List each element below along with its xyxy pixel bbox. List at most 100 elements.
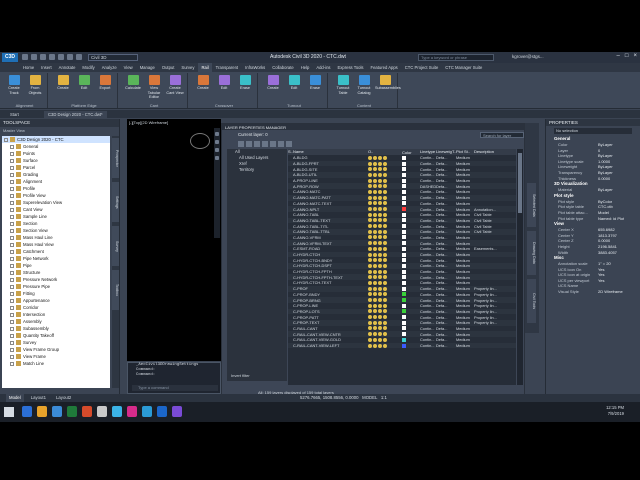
layer-lineweight[interactable]: Defa... [436,343,452,348]
annotation-scale[interactable]: 1:1 [381,395,387,400]
tree-item[interactable]: Sample Line [2,213,110,220]
expand-icon[interactable] [10,214,14,219]
delete-layer-icon[interactable] [278,141,284,147]
ribbon-tab[interactable]: Manage [137,63,158,72]
layer-lineweight[interactable]: Defa... [436,298,452,303]
expand-icon[interactable] [10,277,14,282]
tab-settings[interactable]: Settings [112,182,119,222]
layer-color[interactable] [402,315,420,320]
lock-icon[interactable] [378,161,382,166]
layer-plot-style[interactable]: Medium [456,343,474,348]
scrollbar-thumb[interactable] [518,153,522,213]
freeze-sun-icon[interactable] [373,246,377,251]
lock-icon[interactable] [378,167,382,172]
layer-linetype[interactable]: Contin... [420,326,436,331]
expand-icon[interactable] [10,144,14,149]
layer-plot-style[interactable]: Medium [456,258,474,263]
on-bulb-icon[interactable] [368,298,372,303]
layer-linetype[interactable]: Contin... [420,172,436,177]
layer-name[interactable]: C-PROP-LINE [292,303,368,308]
lock-icon[interactable] [378,332,382,337]
save-icon[interactable] [40,54,46,60]
tree-item[interactable]: Superelevation View [2,199,110,206]
layer-row[interactable]: C-ESMT-ROAD Contin... Defa... Medium Easemen… [288,246,516,252]
layer-linetype[interactable]: Contin... [420,275,436,280]
layer-lineweight[interactable]: Defa... [436,218,452,223]
layer-linetype[interactable]: Contin... [420,263,436,268]
layer-color[interactable] [402,280,420,285]
layer-lineweight[interactable]: Defa... [436,155,452,160]
tab-prospector[interactable]: Prospector [112,138,119,178]
layer-linetype[interactable]: Contin... [420,235,436,240]
ribbon-button[interactable]: View Tabular Editor [144,75,164,100]
layer-lineweight[interactable]: Defa... [436,337,452,342]
lock-icon[interactable] [378,286,382,291]
plot-icon[interactable] [383,212,387,217]
layer-color[interactable] [402,320,420,325]
layer-linetype[interactable]: Contin... [420,201,436,206]
plot-icon[interactable] [383,269,387,274]
layer-plot-style[interactable]: Medium [456,229,474,234]
tree-item[interactable]: Intersection [2,311,110,318]
freeze-sun-icon[interactable] [373,252,377,257]
lock-icon[interactable] [378,235,382,240]
layer-linetype[interactable]: Contin... [420,343,436,348]
showmotion-icon[interactable] [215,156,219,160]
freeze-sun-icon[interactable] [373,298,377,303]
plot-icon[interactable] [383,252,387,257]
layer-name[interactable]: A-BLDG-UTIL [292,172,368,177]
plot-icon[interactable] [383,343,387,348]
layer-name[interactable]: C-ANNO-VFRM [292,235,368,240]
on-bulb-icon[interactable] [368,303,372,308]
layer-row[interactable]: C-ANNO-TABL-TITL Contin... Defa... Medium Ci… [288,223,516,229]
tab-selected-data[interactable]: Selected Data [527,183,536,227]
ribbon-tab[interactable]: Output [159,63,178,72]
layer-color[interactable] [402,241,420,246]
tree-item[interactable]: Match Line [2,360,110,367]
layer-name[interactable]: C-ESMT-ROAD [292,246,368,251]
layer-plot-style[interactable]: Medium [456,212,474,217]
tree-item[interactable]: Catchment [2,248,110,255]
layer-description[interactable]: Civil Table [474,229,514,234]
column-header[interactable]: Color [402,149,420,155]
layer-linetype[interactable]: Contin... [420,286,436,291]
layer-lineweight[interactable]: Defa... [436,189,452,194]
layer-plot-style[interactable]: Medium [456,235,474,240]
tree-item[interactable]: Points [2,150,110,157]
lock-icon[interactable] [378,207,382,212]
lock-icon[interactable] [378,269,382,274]
on-bulb-icon[interactable] [368,184,372,189]
group-filter-icon[interactable] [246,141,252,147]
layer-lineweight[interactable]: Defa... [436,241,452,246]
layer-color[interactable] [402,235,420,240]
layer-color[interactable] [402,343,420,348]
on-bulb-icon[interactable] [368,337,372,342]
layer-row[interactable]: C-ANNO-TABL-TTBL Contin... Defa... Medium Ci… [288,228,516,235]
freeze-sun-icon[interactable] [373,315,377,320]
layer-description[interactable]: Easements... [474,246,514,251]
layer-states-icon[interactable] [254,141,260,147]
plot-icon[interactable] [383,189,387,194]
plot-icon[interactable] [383,286,387,291]
expand-icon[interactable] [10,249,14,254]
plot-icon[interactable] [383,309,387,314]
ribbon-group-label[interactable]: Platform Edge [51,103,117,108]
layer-color[interactable] [402,155,420,160]
layer-linetype[interactable]: Contin... [420,298,436,303]
layer-search-input[interactable]: Search for layer [480,132,524,138]
new-filter-icon[interactable] [238,141,244,147]
plot-icon[interactable] [383,184,387,189]
open-icon[interactable] [31,54,37,60]
on-bulb-icon[interactable] [368,286,372,291]
filter-item[interactable]: Territory [227,167,287,173]
freeze-sun-icon[interactable] [373,280,377,285]
expand-icon[interactable] [10,179,14,184]
ribbon-button[interactable]: Subassemblies [375,75,401,91]
ribbon-button[interactable]: Create Track [4,75,24,95]
layer-color[interactable] [402,292,420,297]
selection-dropdown[interactable]: No selection [554,128,632,134]
lock-icon[interactable] [378,320,382,325]
layer-description[interactable]: Property lin... [474,309,514,314]
layer-row[interactable]: C-PROF Contin... Defa... Medium Property lin… [288,285,516,292]
property-value[interactable]: 3883.4057 [598,250,617,256]
